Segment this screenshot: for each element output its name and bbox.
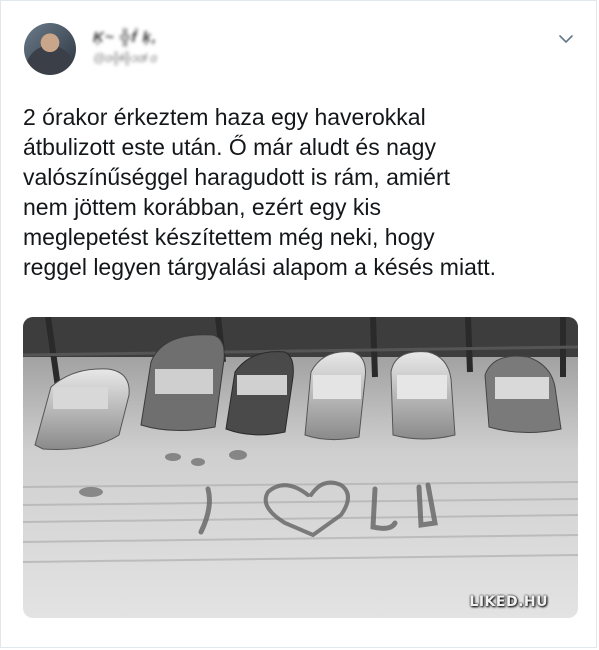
avatar[interactable] — [24, 23, 76, 75]
snowy-parking-image — [23, 317, 578, 618]
tweet-line: reggel legyen tárgyalási alapom a késés … — [23, 254, 497, 280]
tweet-line: meglepetést készítettem még neki, hogy — [23, 224, 435, 250]
author-handle[interactable]: @ɑ╬ɬ╬ɔɑɬ ɑ — [93, 51, 157, 65]
tweet-line: valószínűséggel haragudott is rám, amiér… — [23, 164, 450, 190]
author-name[interactable]: Ķ~ ╬ḟ ķ, — [93, 29, 157, 46]
tweet-card: Ķ~ ╬ḟ ķ, @ɑ╬ɬ╬ɔɑɬ ɑ 2 órakor érkeztem ha… — [0, 0, 597, 648]
tweet-line: 2 órakor érkeztem haza egy haverokkal — [23, 104, 426, 130]
chevron-down-icon[interactable] — [558, 31, 574, 47]
tweet-line: nem jöttem korábban, ezért egy kis — [23, 194, 381, 220]
watermark: LIKED.HU — [469, 594, 548, 610]
tweet-text: 2 órakor érkeztem haza egy haverokkal át… — [23, 102, 583, 282]
tweet-line: átbulizott este után. Ő már aludt és nag… — [23, 134, 436, 160]
tweet-photo[interactable]: LIKED.HU — [23, 317, 578, 618]
